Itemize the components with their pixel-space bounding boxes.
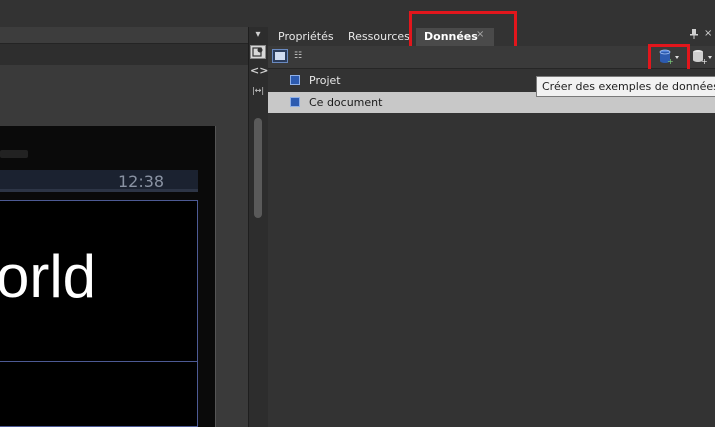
database-button-highlight	[648, 44, 690, 72]
tree-view-icon[interactable]: ☷	[294, 49, 310, 63]
pin-icon[interactable]	[690, 29, 698, 42]
data-panel-body	[268, 69, 715, 427]
list-item-label: Ce document	[309, 96, 383, 109]
status-time: 12:38	[118, 172, 165, 191]
list-view-icon-inner	[275, 52, 285, 60]
data-source-icon	[290, 97, 300, 107]
content-panel[interactable]	[0, 200, 198, 427]
panel-menu-icon[interactable]: ▾	[250, 28, 266, 42]
top-bar	[0, 0, 715, 27]
phone-top-bar	[0, 150, 28, 158]
data-source-icon	[290, 75, 300, 85]
code-toggle-icon[interactable]: <>	[250, 64, 268, 78]
artboard-tool-icon[interactable]	[250, 45, 266, 59]
tooltip: Créer des exemples de données	[536, 76, 715, 97]
hello-world-text[interactable]: orld	[0, 247, 96, 307]
artboard-header	[0, 43, 248, 66]
content-divider	[0, 361, 198, 362]
tab-resources[interactable]: Ressources	[340, 28, 418, 46]
close-icon[interactable]: ×	[704, 28, 712, 39]
svg-text:+: +	[701, 57, 708, 65]
status-bar-divider	[0, 189, 198, 192]
list-item-label: Projet	[309, 74, 341, 87]
document-tab-strip	[0, 27, 248, 43]
database-add-icon[interactable]: +	[690, 49, 714, 66]
ruler-icon[interactable]: |↔|	[250, 84, 266, 98]
tab-properties[interactable]: Propriétés	[270, 28, 342, 46]
vertical-scrollbar[interactable]	[254, 118, 262, 218]
